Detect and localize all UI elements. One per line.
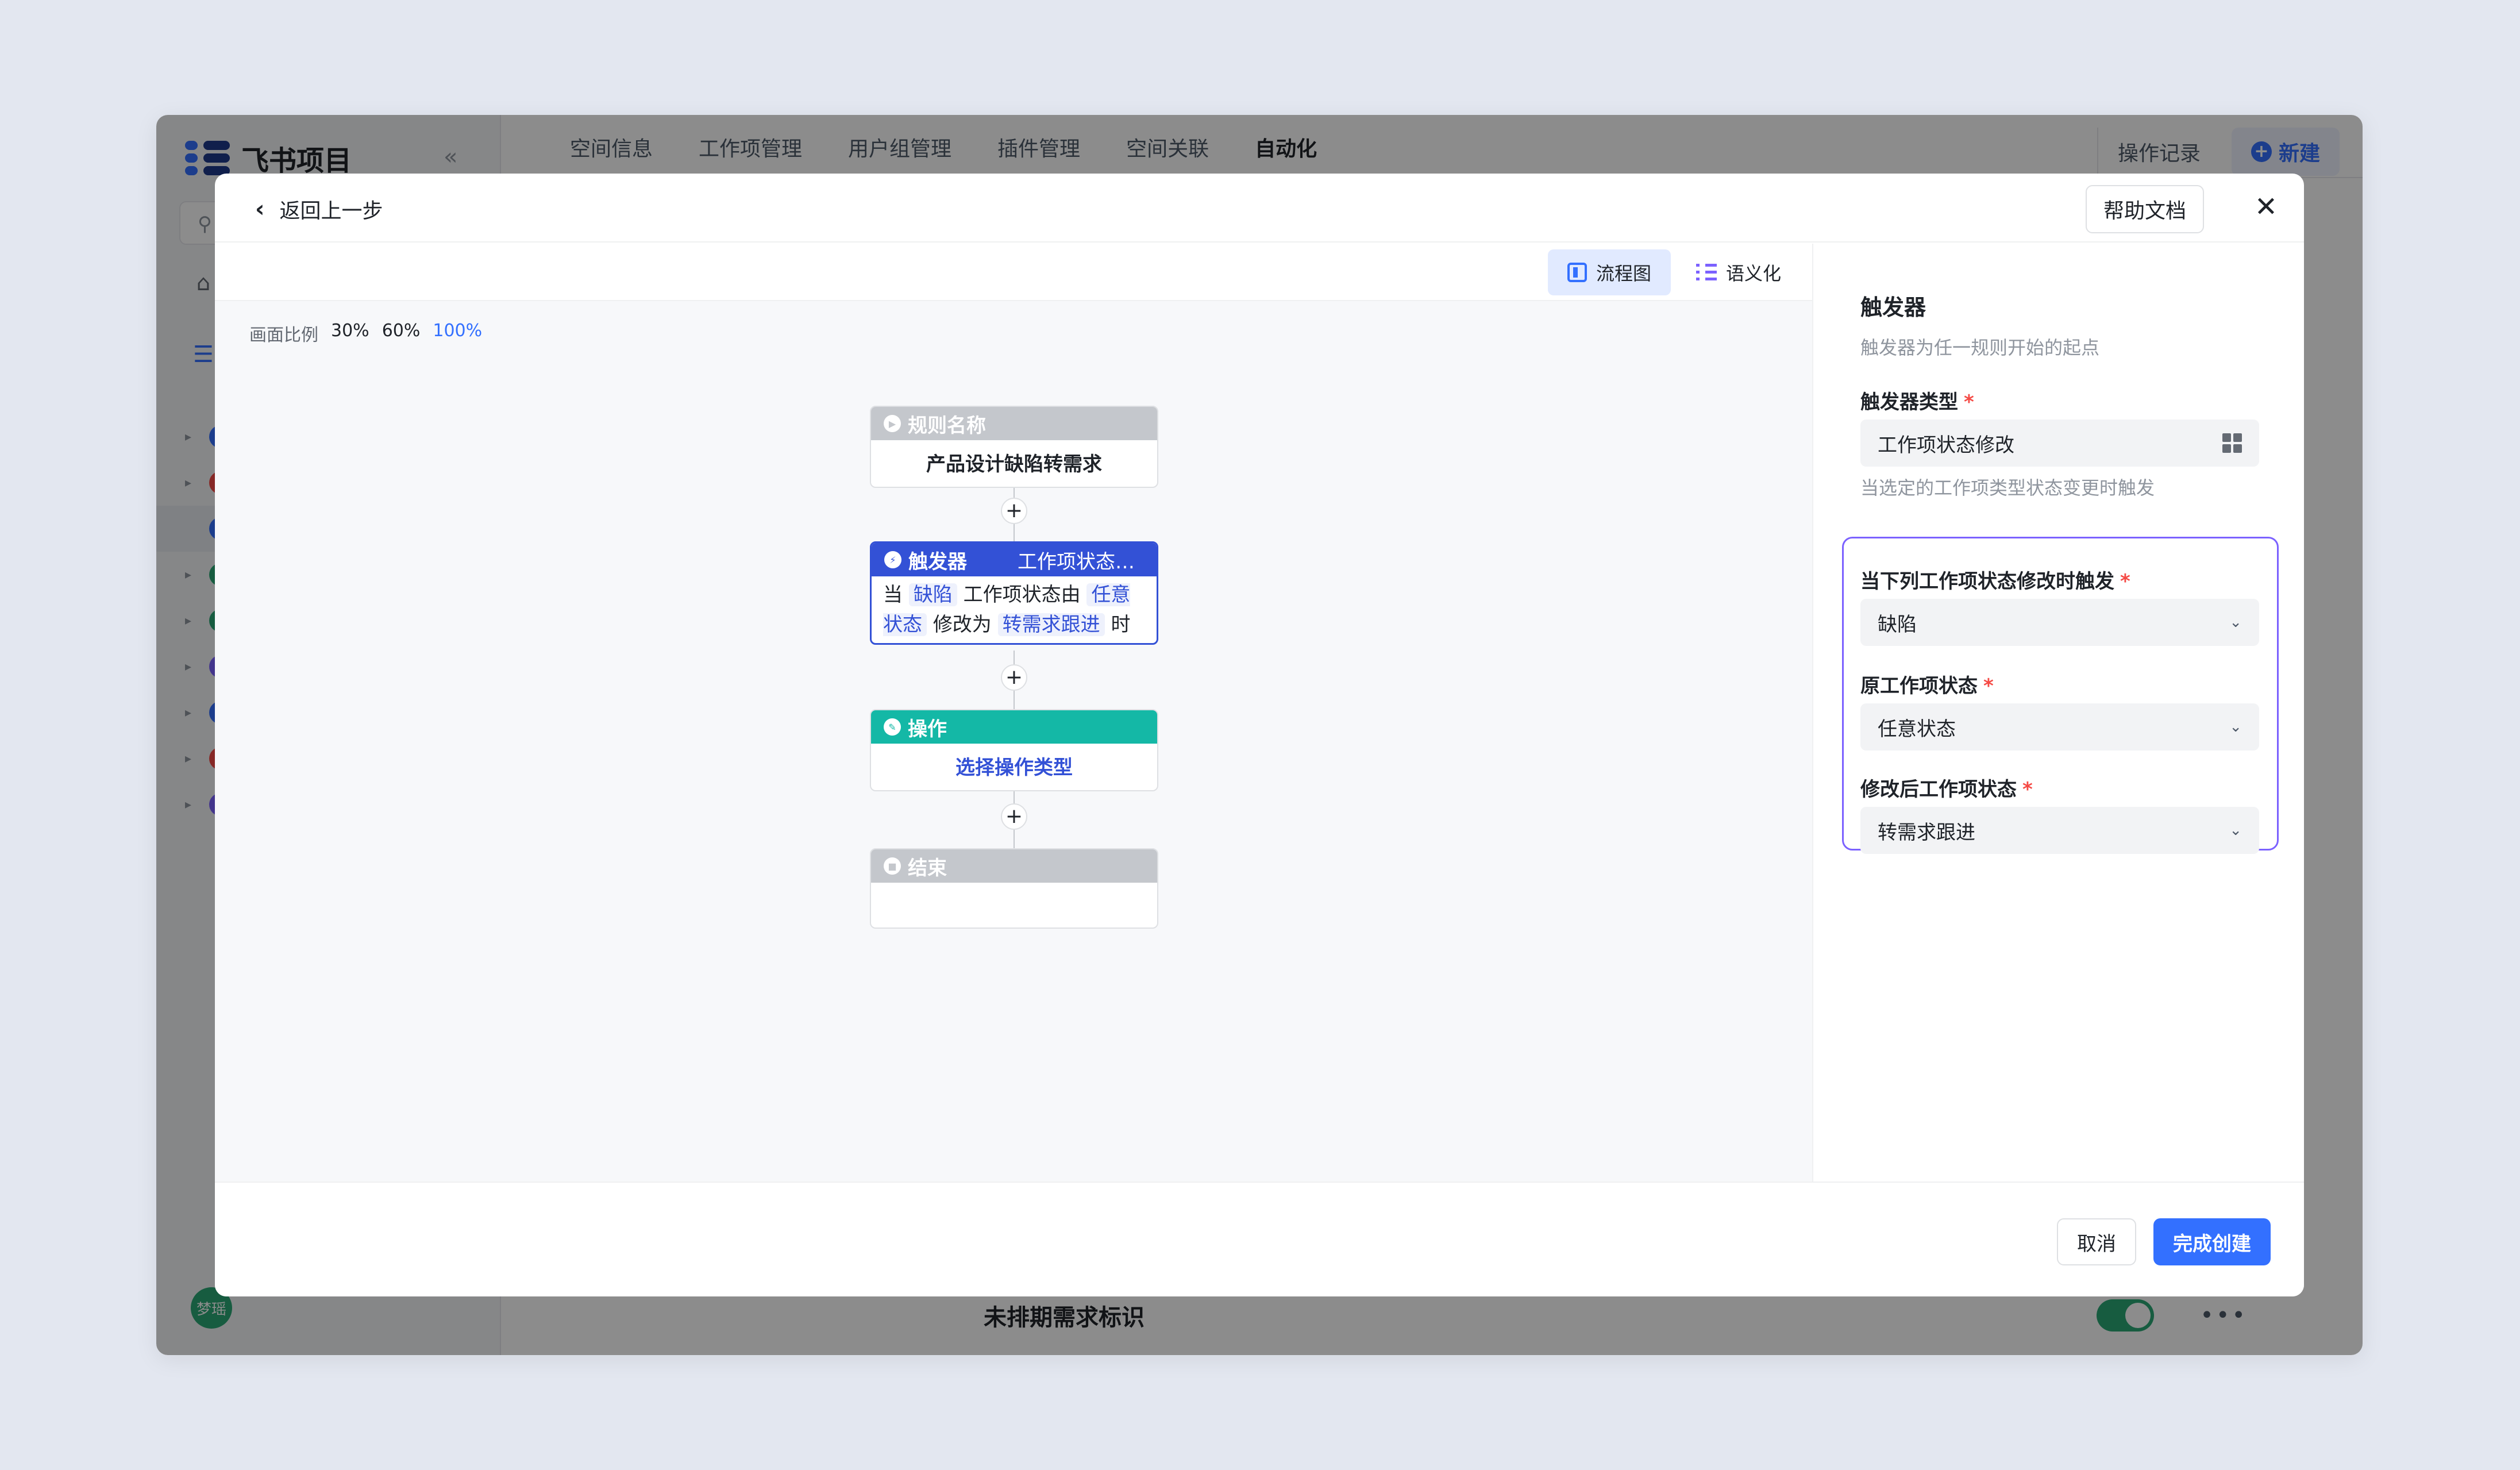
to-state-tag[interactable]: 转需求跟进 [997,613,1105,636]
panel-description: 触发器为任一规则开始的起点 [1860,337,2100,359]
item-type-value: 缺陷 [1878,613,1917,636]
from-state-label: 原工作项状态 * [1860,670,1994,698]
flowchart-view-button[interactable]: 流程图 [1548,249,1671,295]
from-state-value: 任意状态 [1878,717,1956,741]
trigger-node-title: 触发器 [908,550,967,574]
zoom-option-60[interactable]: 60% [382,321,421,346]
zoom-option-100[interactable]: 100% [433,321,482,346]
wrench-icon: ✎ [884,718,901,736]
trigger-type-hint: 当选定的工作项类型状态变更时触发 [1860,477,2155,499]
add-node-button[interactable]: + [1001,803,1027,830]
flow-canvas[interactable]: 流程图 语义化 画面比例 30% 60% 100% + + + ▶ 规则名称 产… [215,244,1812,1182]
zoom-control: 画面比例 30% 60% 100% [249,321,482,346]
from-state-select[interactable]: 任意状态 ⌄ [1860,703,2259,751]
item-type-label: 当下列工作项状态修改时触发 * [1860,565,2130,594]
semantic-view-button[interactable]: 语义化 [1677,249,1801,295]
to-state-label-text: 修改后工作项状态 [1860,778,2017,801]
trigger-node[interactable]: ⚡ 触发器 工作项状态修改 当 缺陷 工作项状态由 任意状态 修改为 转需求跟进… [870,541,1158,645]
rule-name-node[interactable]: ▶ 规则名称 产品设计缺陷转需求 [870,406,1158,488]
sentence-text: 时 [1111,613,1131,636]
required-mark: * [1983,675,1994,698]
play-icon: ▶ [884,415,901,432]
help-docs-button[interactable]: 帮助文档 [2086,185,2204,233]
item-type-tag[interactable]: 缺陷 [908,583,957,606]
trigger-type-label-text: 触发器类型 [1860,391,1958,414]
sentence-text: 工作项状态由 [963,583,1081,606]
trigger-type-select[interactable]: 工作项状态修改 [1860,420,2259,467]
cancel-button[interactable]: 取消 [2057,1218,2136,1265]
back-button[interactable]: ‹ 返回上一步 [255,194,383,224]
trigger-sentence: 当 缺陷 工作项状态由 任意状态 修改为 转需求跟进 时 [872,576,1157,643]
modal-header: ‹ 返回上一步 帮助文档 ✕ [215,174,2304,243]
automation-rule-modal: ‹ 返回上一步 帮助文档 ✕ 流程图 语义化 画面比例 30% 60% 100% [215,174,2304,1296]
required-mark: * [2022,778,2033,801]
to-state-value: 转需求跟进 [1878,821,1975,844]
flowchart-icon [1567,263,1587,282]
chevron-down-icon: ⌄ [2229,718,2242,736]
action-node-header: ✎ 操作 [871,710,1157,744]
modal-footer: 取消 完成创建 [215,1182,2304,1296]
sentence-text: 当 [883,583,903,606]
flowchart-view-label: 流程图 [1596,263,1652,284]
required-mark: * [2120,570,2130,593]
chevron-down-icon: ⌄ [2229,822,2242,839]
to-state-label: 修改后工作项状态 * [1860,774,2033,802]
from-state-label-text: 原工作项状态 [1860,675,1978,698]
zoom-option-30[interactable]: 30% [331,321,369,346]
trigger-node-header: ⚡ 触发器 工作项状态修改 [872,543,1157,576]
trigger-config-panel: 触发器 触发器为任一规则开始的起点 触发器类型 * 工作项状态修改 当选定的工作项… [1812,244,2304,1182]
action-node-title: 操作 [908,717,947,741]
chevron-down-icon: ⌄ [2229,614,2242,631]
sentence-text: 修改为 [933,613,992,636]
rule-name-value: 产品设计缺陷转需求 [926,453,1102,476]
back-button-label: 返回上一步 [279,199,383,223]
lightning-icon: ⚡ [884,551,901,568]
panel-title: 触发器 [1860,295,1926,320]
chevron-left-icon: ‹ [255,196,265,222]
end-node-title: 结束 [908,856,947,880]
trigger-type-value: 工作项状态修改 [1878,433,2014,457]
semantic-view-label: 语义化 [1726,263,1782,284]
end-node-header: ■ 结束 [871,849,1157,883]
complete-create-button[interactable]: 完成创建 [2153,1218,2271,1265]
item-type-label-text: 当下列工作项状态修改时触发 [1860,570,2114,593]
apps-icon [2222,433,2242,453]
rule-name-node-header: ▶ 规则名称 [871,407,1157,440]
rule-name-node-title: 规则名称 [908,414,986,437]
stop-icon: ■ [884,857,901,875]
trigger-type-label: 触发器类型 * [1860,386,1974,414]
canvas-toolbar: 流程图 语义化 [215,244,1812,301]
trigger-node-subtitle: 工作项状态修改 [1018,550,1144,574]
zoom-label: 画面比例 [249,325,318,345]
end-node[interactable]: ■ 结束 [870,848,1158,929]
item-type-select[interactable]: 缺陷 ⌄ [1860,599,2259,646]
close-icon[interactable]: ✕ [2249,190,2283,224]
add-node-button[interactable]: + [1001,664,1027,691]
action-node[interactable]: ✎ 操作 选择操作类型 [870,709,1158,791]
required-mark: * [1964,391,1974,414]
list-icon [1696,264,1717,281]
add-node-button[interactable]: + [1001,498,1027,524]
to-state-select[interactable]: 转需求跟进 ⌄ [1860,807,2259,854]
select-action-type-link[interactable]: 选择操作类型 [871,744,1157,790]
